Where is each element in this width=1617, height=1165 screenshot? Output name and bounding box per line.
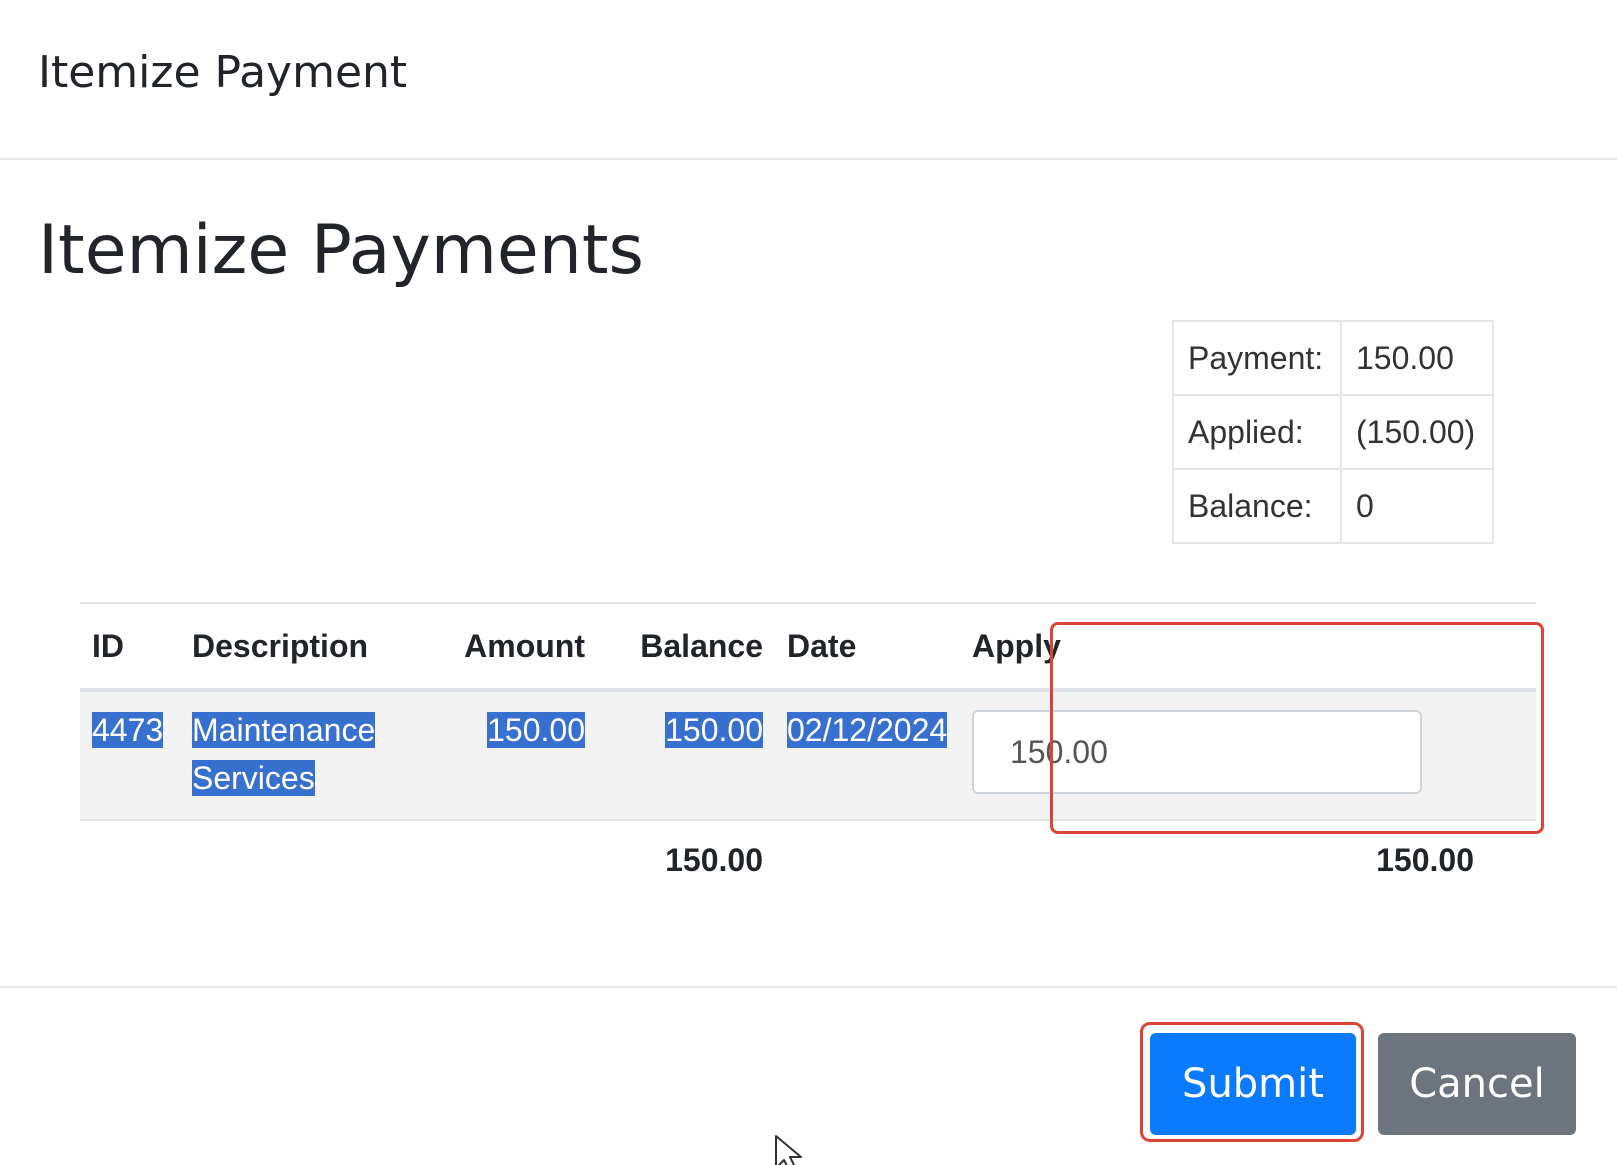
summary-label: Balance: — [1172, 468, 1342, 544]
row-description-line2: Services — [192, 760, 315, 796]
modal-footer-divider — [0, 986, 1617, 988]
summary-value: (150.00) — [1340, 394, 1494, 470]
modal-title: Itemize Payment — [38, 47, 408, 98]
row-description-line1: Maintenance — [192, 712, 376, 748]
payment-summary-table: Payment: 150.00 Applied: (150.00) Balanc… — [1172, 320, 1494, 544]
total-balance: 150.00 — [665, 842, 763, 878]
summary-value: 0 — [1340, 468, 1494, 544]
summary-row-applied: Applied: (150.00) — [1172, 394, 1494, 470]
summary-row-balance: Balance: 0 — [1172, 468, 1494, 544]
row-amount: 150.00 — [487, 712, 585, 748]
summary-value: 150.00 — [1340, 320, 1494, 396]
table-header-row: ID Description Amount Balance Date Apply — [80, 604, 1536, 692]
summary-label: Applied: — [1172, 394, 1342, 470]
mouse-pointer-icon — [774, 1134, 814, 1165]
modal-header: Itemize Payment — [0, 0, 1617, 160]
cell-date: 02/12/2024 — [775, 690, 950, 821]
table-totals-row: 150.00 150.00 — [80, 820, 1536, 900]
column-header-balance: Balance — [597, 604, 775, 692]
itemize-table: ID Description Amount Balance Date Apply… — [80, 604, 1536, 900]
column-header-amount: Amount — [430, 604, 597, 692]
row-balance: 150.00 — [665, 712, 763, 748]
table-row: 4473 Maintenance Services 150.00 150.00 0… — [80, 690, 1536, 821]
cell-id: 4473 — [80, 690, 180, 821]
row-date: 02/12/2024 — [787, 712, 948, 748]
column-header-id: ID — [80, 604, 180, 692]
column-header-apply: Apply — [950, 604, 1536, 692]
summary-row-payment: Payment: 150.00 — [1172, 320, 1494, 396]
summary-label: Payment: — [1172, 320, 1342, 396]
cell-description: Maintenance Services — [180, 690, 430, 821]
cancel-button[interactable]: Cancel — [1378, 1033, 1576, 1135]
cell-amount: 150.00 — [430, 690, 597, 821]
apply-amount-input[interactable] — [972, 710, 1422, 794]
total-apply: 150.00 — [1376, 842, 1474, 878]
row-id: 4473 — [92, 712, 164, 748]
column-header-description: Description — [180, 604, 430, 692]
cell-balance: 150.00 — [597, 690, 775, 821]
column-header-date: Date — [775, 604, 950, 692]
submit-button[interactable]: Submit — [1150, 1033, 1356, 1135]
cell-apply — [950, 690, 1536, 821]
page-heading: Itemize Payments — [38, 211, 644, 290]
